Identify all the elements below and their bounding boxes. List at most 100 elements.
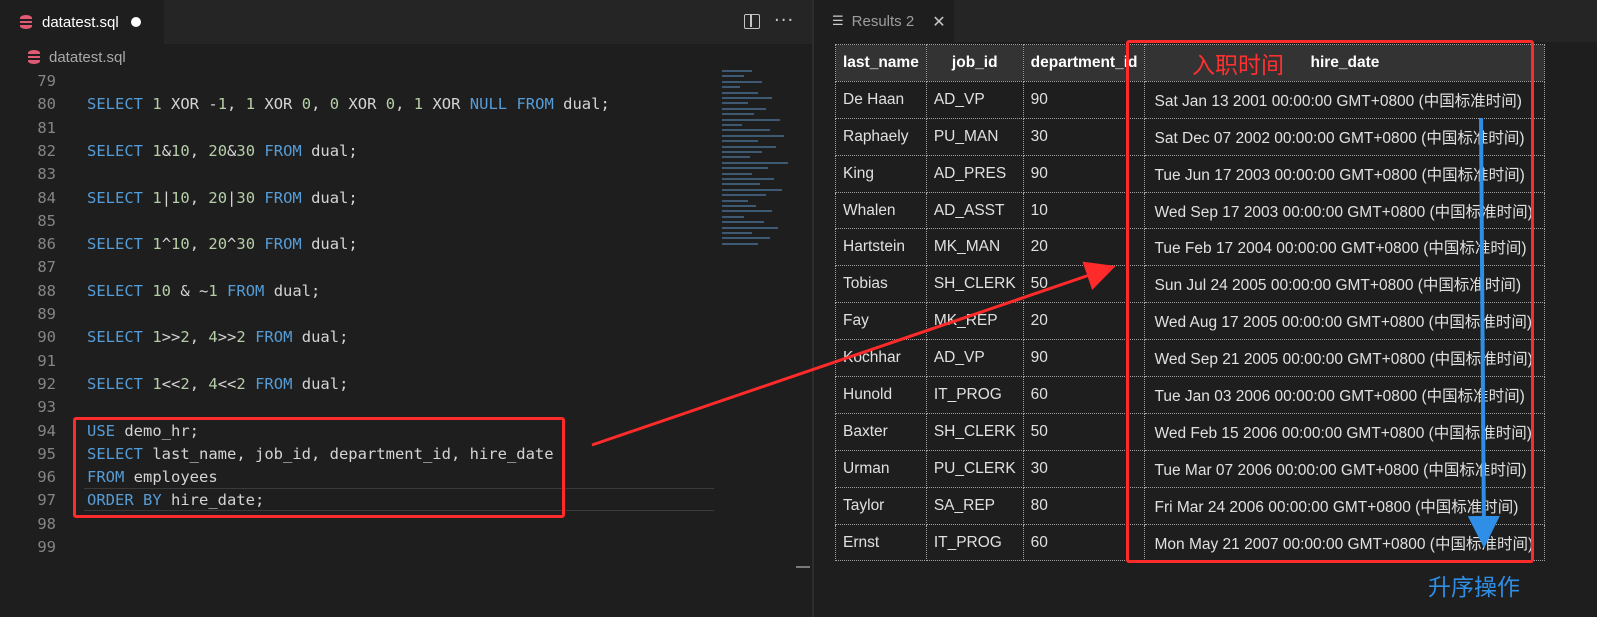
minimap-line	[722, 178, 774, 180]
code-line[interactable]: 83	[0, 163, 718, 186]
cell-last-name[interactable]: Hunold	[835, 376, 927, 414]
code-editor[interactable]: 79 80 SELECT 1 XOR -1, 1 XOR 0, 0 XOR 0, 1…	[0, 70, 718, 617]
code-token: ,	[189, 141, 209, 160]
code-line[interactable]: 99	[0, 536, 718, 559]
code-token: 10	[171, 235, 190, 254]
cell-job-id[interactable]: AD_PRES	[925, 154, 1024, 193]
code-token: FROM	[264, 188, 302, 207]
cell-job-id[interactable]: MK_MAN	[925, 228, 1024, 267]
code-line[interactable]: 93	[0, 396, 718, 419]
cell-job-id[interactable]: SH_CLERK	[925, 265, 1024, 304]
code-line[interactable]: 82 SELECT 1&10, 20&30 FROM dual;	[0, 140, 718, 163]
code-token: 2	[236, 328, 246, 347]
code-line[interactable]: 92 SELECT 1<<2, 4<<2 FROM dual;	[0, 373, 718, 396]
cell-job-id[interactable]: PU_CLERK	[925, 449, 1024, 488]
database-file-icon	[20, 15, 32, 29]
code-line[interactable]: 89	[0, 303, 718, 326]
line-number: 99	[37, 538, 56, 556]
cell-last-name[interactable]: Hartstein	[835, 228, 927, 267]
sql-query-highlight-box	[73, 417, 565, 518]
cell-last-name[interactable]: Urman	[835, 449, 927, 488]
code-line[interactable]: 91	[0, 350, 718, 373]
code-line[interactable]: 88 SELECT 10 & ~1 FROM dual;	[0, 280, 718, 303]
code-token: <<	[217, 374, 237, 393]
breadcrumb[interactable]: datatest.sql	[0, 44, 812, 70]
code-token: 1	[217, 95, 228, 114]
unsaved-dot-icon[interactable]	[130, 17, 141, 27]
code-token: 1	[152, 141, 162, 160]
line-number: 79	[37, 72, 56, 90]
cell-job-id[interactable]: SA_REP	[925, 486, 1024, 525]
cell-last-name[interactable]: Tobias	[835, 265, 927, 304]
code-token: 1	[413, 95, 424, 114]
cell-job-id[interactable]: AD_VP	[925, 339, 1024, 378]
code-token: 1	[152, 95, 162, 114]
close-tab-icon[interactable]: ✕	[932, 12, 945, 31]
editor-tab-datatest[interactable]: datatest.sql	[0, 0, 164, 44]
breadcrumb-filename[interactable]: datatest.sql	[49, 49, 126, 66]
line-number: 94	[37, 421, 56, 440]
cell-last-name[interactable]: Raphaely	[835, 117, 927, 156]
results-tab[interactable]: ☰ Results 2 ✕	[814, 0, 954, 42]
minimap-line	[722, 194, 766, 197]
line-number: 81	[37, 118, 56, 137]
code-line[interactable]: 86 SELECT 1^10, 20^30 FROM dual;	[0, 233, 718, 256]
scrollbar-cursor-marker	[796, 566, 810, 568]
code-line[interactable]: 84 SELECT 1|10, 20|30 FROM dual;	[0, 187, 718, 210]
code-token: 1	[152, 235, 162, 254]
cell-last-name[interactable]: Baxter	[835, 412, 927, 451]
cell-job-id[interactable]: AD_VP	[925, 80, 1024, 119]
line-number: 84	[37, 188, 56, 207]
cell-job-id[interactable]: MK_REP	[925, 302, 1024, 341]
code-token: FROM	[264, 235, 302, 254]
code-token: ,	[189, 235, 209, 254]
line-number: 88	[37, 281, 56, 300]
cell-last-name[interactable]: De Haan	[835, 80, 927, 119]
code-line[interactable]: 85	[0, 210, 718, 233]
cell-job-id[interactable]: IT_PROG	[925, 523, 1024, 562]
code-token: ^	[227, 235, 237, 254]
line-number: 90	[37, 328, 56, 347]
code-token: dual;	[292, 328, 349, 347]
code-token: XOR -	[161, 95, 218, 114]
cell-last-name[interactable]: Ernst	[835, 523, 927, 562]
column-header-last-name[interactable]: last_name	[835, 44, 927, 82]
code-token: SELECT	[87, 95, 143, 114]
code-token: ,	[395, 95, 414, 114]
code-token: <<	[161, 374, 181, 393]
minimap-line	[722, 86, 740, 89]
code-token: SELECT	[87, 328, 143, 347]
cell-last-name[interactable]: Whalen	[835, 191, 927, 230]
cell-last-name[interactable]: King	[835, 154, 927, 193]
split-editor-icon[interactable]	[744, 14, 760, 29]
code-token: SELECT	[87, 188, 143, 207]
cell-job-id[interactable]: PU_MAN	[925, 117, 1024, 156]
code-line[interactable]: 87	[0, 256, 718, 279]
code-token: 30	[236, 188, 256, 207]
code-token: 1	[208, 281, 218, 300]
minimap-line	[722, 134, 784, 137]
editor-scrollbar[interactable]	[796, 70, 810, 617]
code-line[interactable]: 90 SELECT 1>>2, 4>>2 FROM dual;	[0, 326, 718, 349]
more-actions-icon[interactable]: ···	[774, 10, 794, 31]
minimap[interactable]	[722, 70, 796, 280]
cell-job-id[interactable]: AD_ASST	[925, 191, 1024, 230]
code-line[interactable]: 79	[0, 70, 718, 93]
column-header-job-id[interactable]: job_id	[925, 44, 1024, 82]
code-token: 20	[208, 235, 228, 254]
line-number: 96	[37, 468, 56, 487]
code-token: XOR	[423, 95, 470, 114]
cell-last-name[interactable]: Kochhar	[835, 339, 927, 378]
cell-last-name[interactable]: Fay	[835, 302, 927, 341]
code-line[interactable]: 80 SELECT 1 XOR -1, 1 XOR 0, 0 XOR 0, 1 X…	[0, 93, 718, 116]
code-line[interactable]: 81	[0, 117, 718, 140]
cell-last-name[interactable]: Taylor	[835, 486, 927, 525]
cell-job-id[interactable]: SH_CLERK	[925, 412, 1024, 451]
code-token: FROM	[227, 281, 265, 300]
minimap-line	[722, 75, 744, 78]
minimap-line	[722, 167, 768, 170]
cell-job-id[interactable]: IT_PROG	[925, 376, 1024, 414]
